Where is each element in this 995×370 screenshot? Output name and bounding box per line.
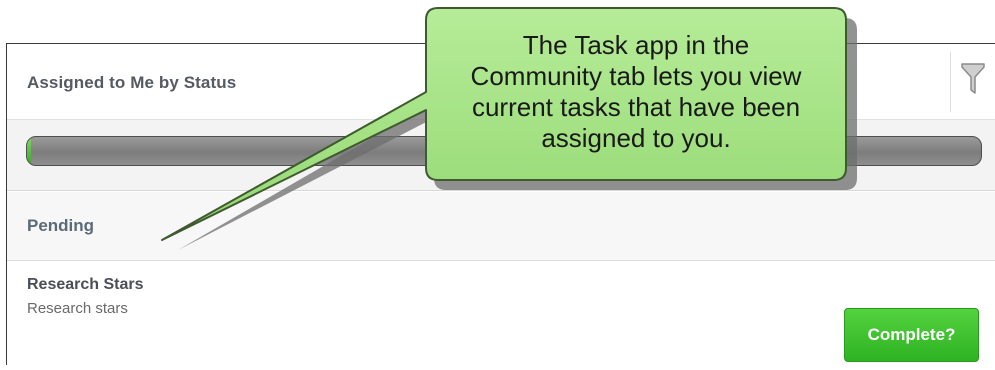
callout-line: current tasks that have been bbox=[471, 92, 801, 122]
callout-line: assigned to you. bbox=[541, 123, 731, 153]
screenshot-stage: Assigned to Me by Status Pending Researc… bbox=[0, 0, 995, 370]
callout-text: The Task app in the Community tab lets y… bbox=[430, 30, 842, 154]
callout-line: The Task app in the bbox=[522, 30, 750, 60]
callout-line: Community tab lets you view bbox=[470, 61, 802, 91]
